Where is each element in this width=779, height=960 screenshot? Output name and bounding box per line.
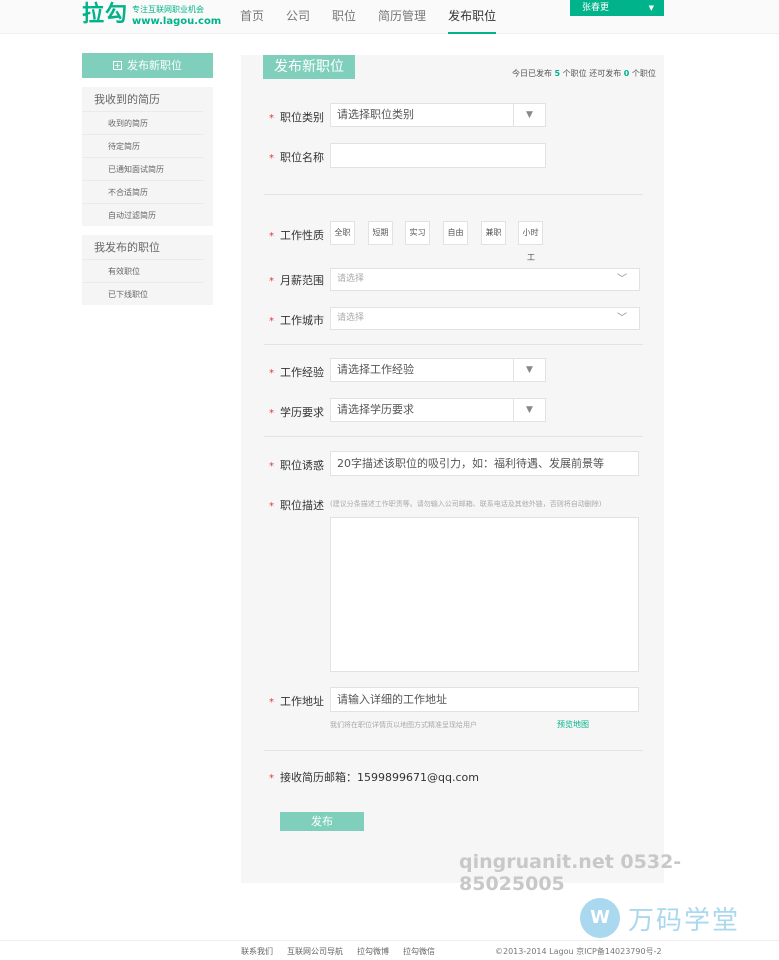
logo-url: www.lagou.com xyxy=(132,16,222,27)
sidebar-item-pending[interactable]: 待定简历 xyxy=(82,134,203,157)
sidebar-item-received[interactable]: 收到的简历 xyxy=(82,111,203,134)
footer-link-weibo[interactable]: 拉勾微博 xyxy=(357,946,389,957)
resume-email-label: 接收简历邮箱： xyxy=(280,771,357,784)
category-select[interactable]: 请选择职位类别 ▼ xyxy=(330,103,546,127)
nature-option-freelance[interactable]: 自由 xyxy=(443,221,468,245)
divider xyxy=(264,750,643,751)
watermark-logo-icon: W xyxy=(580,898,620,938)
sidebar-item-unsuitable[interactable]: 不合适简历 xyxy=(82,180,203,203)
city-label: * 工作城市 xyxy=(269,314,324,327)
watermark-text: qingruanit.net 0532-85025005 xyxy=(459,851,682,895)
job-lure-input[interactable]: 20字描述该职位的吸引力，如：福利待遇、发展前景等 xyxy=(330,451,639,476)
footer-links: 联系我们 互联网公司导航 拉勾微博 拉勾微信 xyxy=(241,946,449,957)
resume-email-value: 1599899671@qq.com xyxy=(357,771,479,784)
nav-companies[interactable]: 公司 xyxy=(286,0,310,34)
preview-map-link[interactable]: 预览地图 xyxy=(557,719,589,730)
sidebar-item-offline-jobs[interactable]: 已下线职位 xyxy=(82,282,203,305)
main-nav: 首页 公司 职位 简历管理 发布职位 xyxy=(240,0,518,34)
chevron-down-icon: ﹀ xyxy=(617,313,627,324)
salary-select[interactable]: 请选择 ﹀ xyxy=(330,268,640,291)
footer-link-wechat[interactable]: 拉勾微信 xyxy=(403,946,435,957)
category-label: * 职位类别 xyxy=(269,111,324,124)
job-name-input[interactable] xyxy=(330,143,546,168)
city-select[interactable]: 请选择 ﹀ xyxy=(330,307,640,330)
nature-option-internship[interactable]: 实习 xyxy=(405,221,430,245)
caret-down-icon: ▼ xyxy=(648,4,654,12)
dropdown-arrow-icon: ▼ xyxy=(513,359,545,381)
footer-divider xyxy=(0,940,779,941)
watermark-logo-name: 万码学堂 xyxy=(628,905,741,936)
footer-copyright: ©2013-2014 Lagou 京ICP备14023790号-2 xyxy=(495,947,662,956)
user-menu[interactable]: 张春更 ▼ xyxy=(570,0,664,16)
nature-option-parttime[interactable]: 兼职 xyxy=(481,221,506,245)
nature-option-hourly-overflow: 工 xyxy=(527,253,535,262)
watermark-logo: W 万码学堂 xyxy=(580,898,740,938)
nature-option-hourly[interactable]: 小时 xyxy=(518,221,543,245)
job-name-label: * 职位名称 xyxy=(269,151,324,164)
nav-home[interactable]: 首页 xyxy=(240,0,264,34)
nature-option-shortterm[interactable]: 短期 xyxy=(368,221,393,245)
nav-jobs[interactable]: 职位 xyxy=(332,0,356,34)
footer-link-company-nav[interactable]: 互联网公司导航 xyxy=(287,946,343,957)
sidebar-item-auto-filtered[interactable]: 自动过滤简历 xyxy=(82,203,203,226)
work-address-input[interactable]: 请输入详细的工作地址 xyxy=(330,687,639,712)
top-header: 拉勾 专注互联网职业机会 www.lagou.com 首页 公司 职位 简历管理… xyxy=(0,0,779,34)
salary-label: * 月薪范围 xyxy=(269,274,324,287)
dropdown-arrow-icon: ▼ xyxy=(513,399,545,421)
posted-jobs-title: 我发布的职位 xyxy=(94,241,160,254)
experience-label: * 工作经验 xyxy=(269,366,324,379)
publish-new-job-label: 发布新职位 xyxy=(127,59,182,72)
experience-select[interactable]: 请选择工作经验 ▼ xyxy=(330,358,546,382)
form-title: 发布新职位 xyxy=(263,55,355,79)
submit-button[interactable]: 发布 xyxy=(280,812,364,831)
plus-square-icon: + xyxy=(113,61,122,70)
remaining-count: 0 xyxy=(623,69,630,78)
address-map-hint: 我们将在职位详情页以地图方式精准呈现给用户 xyxy=(330,721,477,729)
work-nature-label: * 工作性质 xyxy=(269,229,324,242)
footer-link-contact[interactable]: 联系我们 xyxy=(241,946,273,957)
received-resumes-group: 我收到的简历 收到的简历 待定简历 已通知面试简历 不合适简历 自动过滤简历 xyxy=(82,87,213,226)
job-description-label: * 职位描述 xyxy=(269,499,324,512)
user-name: 张春更 xyxy=(582,3,610,13)
nav-resume-management[interactable]: 简历管理 xyxy=(378,0,426,34)
job-lure-label: * 职位诱惑 xyxy=(269,459,324,472)
divider xyxy=(264,194,643,195)
dropdown-arrow-icon: ▼ xyxy=(513,104,545,126)
education-label: * 学历要求 xyxy=(269,406,324,419)
sidebar-item-active-jobs[interactable]: 有效职位 xyxy=(82,259,203,282)
logo-slogan: 专注互联网职业机会 xyxy=(132,5,205,14)
resume-email-row: * 接收简历邮箱：1599899671@qq.com xyxy=(269,771,479,784)
publish-new-job-button[interactable]: + 发布新职位 xyxy=(82,53,213,78)
divider xyxy=(264,344,643,345)
site-logo[interactable]: 拉勾 专注互联网职业机会 www.lagou.com xyxy=(82,2,221,28)
nature-option-fulltime[interactable]: 全职 xyxy=(330,221,355,245)
job-description-textarea[interactable] xyxy=(330,517,639,672)
work-address-label: * 工作地址 xyxy=(269,695,324,708)
job-description-hint: (建议分条描述工作职责等。请勿输入公司邮箱、联系电话及其他外链，否则将自动删除) xyxy=(330,500,602,508)
published-count: 5 xyxy=(554,69,561,78)
divider xyxy=(264,436,643,437)
received-resumes-title: 我收到的简历 xyxy=(94,93,160,106)
posted-jobs-group: 我发布的职位 有效职位 已下线职位 xyxy=(82,235,213,305)
sidebar-item-interview-notified[interactable]: 已通知面试简历 xyxy=(82,157,203,180)
chevron-down-icon: ﹀ xyxy=(617,274,627,285)
publish-quota: 今日已发布 5 个职位 还可发布 0 个职位 xyxy=(512,69,656,78)
education-select[interactable]: 请选择学历要求 ▼ xyxy=(330,398,546,422)
nav-post-job[interactable]: 发布职位 xyxy=(448,0,497,34)
logo-mark: 拉勾 xyxy=(82,2,129,27)
